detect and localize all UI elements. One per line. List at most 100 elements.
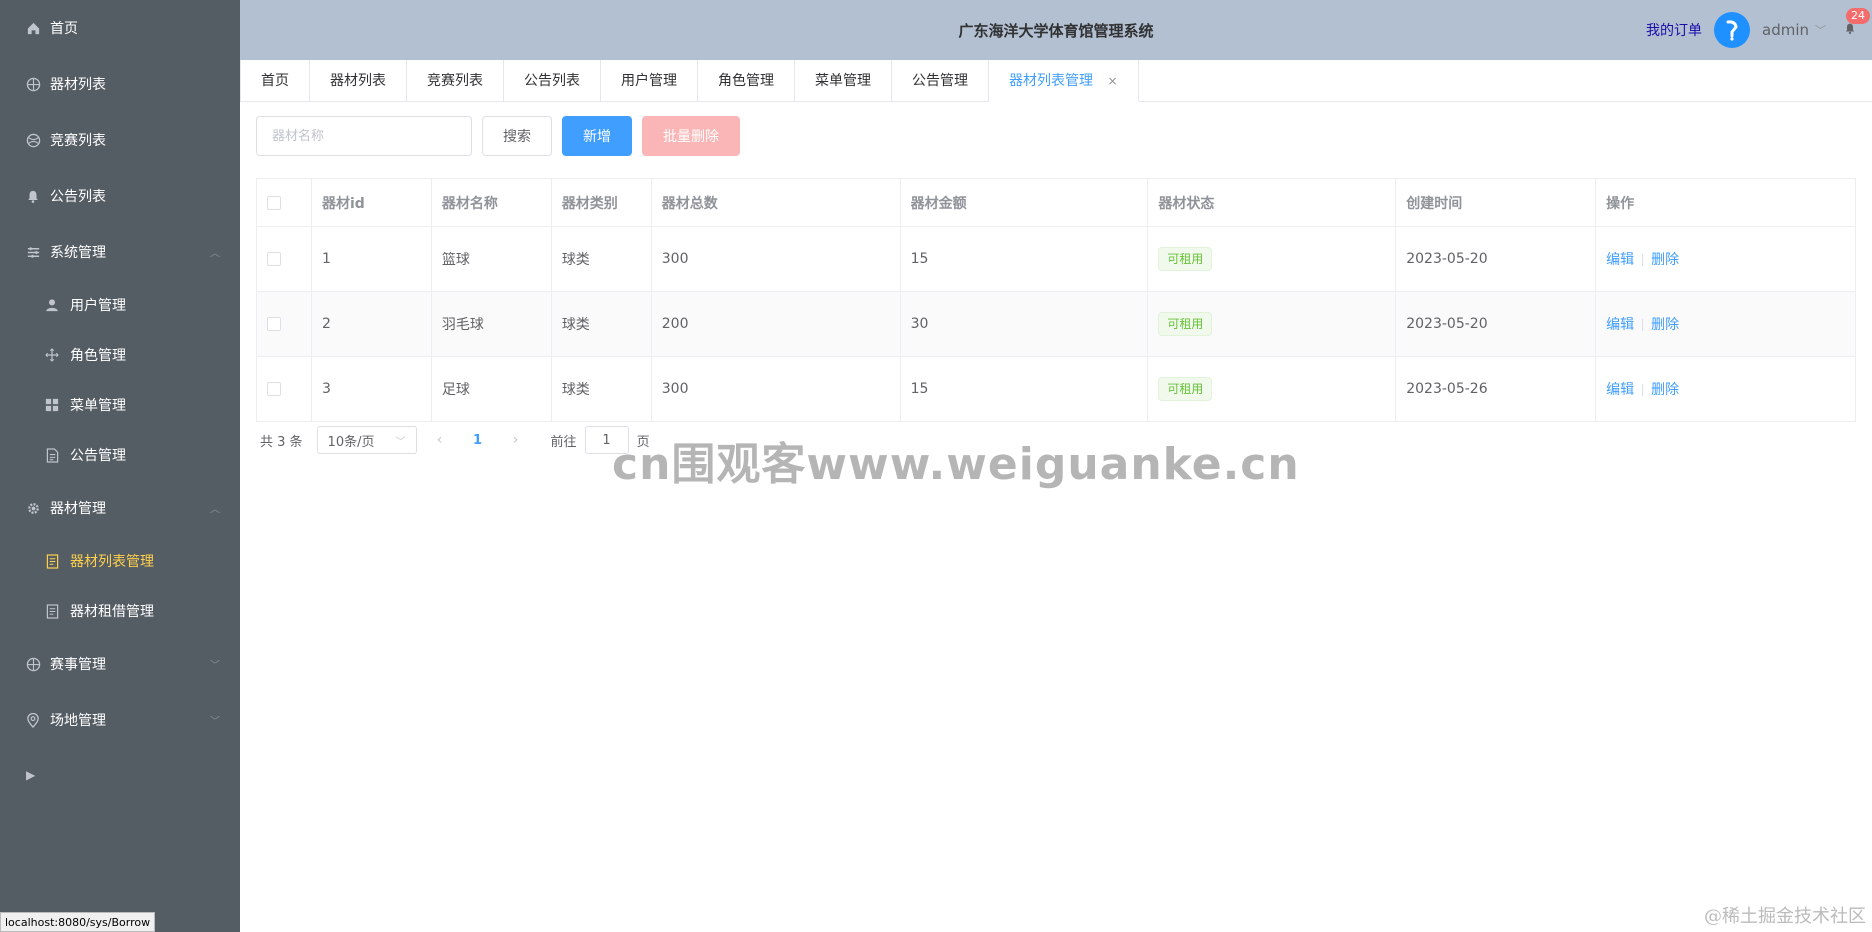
corner-watermark: @稀土掘金技术社区	[1704, 906, 1866, 927]
sidebar: 首页 器材列表 竞赛列表 公告列表 系统管理 ︿ 用户管理 角色管理 菜单管理 …	[0, 0, 240, 932]
cell-status: 可租用	[1147, 356, 1397, 422]
sidebar-item-menu-management[interactable]: 菜单管理	[0, 380, 240, 430]
row-checkbox[interactable]	[267, 382, 281, 396]
chevron-down-icon: ﹀	[1815, 24, 1826, 37]
document-icon	[44, 447, 60, 463]
sidebar-item-equipment-list[interactable]: 器材列表	[0, 56, 240, 112]
page-size-value: 10条/页	[327, 434, 375, 450]
my-orders-link[interactable]: 我的订单	[1646, 20, 1702, 40]
tab-home[interactable]: 首页	[240, 60, 310, 102]
caret-right-icon[interactable]: ▶	[26, 768, 35, 782]
tab-label: 角色管理	[718, 73, 774, 89]
delete-link[interactable]: 删除	[1651, 382, 1679, 398]
tab-label: 器材列表	[330, 73, 386, 89]
tab-user-management[interactable]: 用户管理	[601, 60, 698, 102]
cell-id: 2	[311, 291, 432, 357]
tab-label: 公告列表	[524, 73, 580, 89]
tab-menu-management[interactable]: 菜单管理	[795, 60, 892, 102]
table-row: 1 篮球 球类 300 15 可租用 2023-05-20 编辑 删除	[256, 226, 1856, 292]
sidebar-item-equipment-borrow-management[interactable]: 器材租借管理	[0, 586, 240, 636]
sidebar-item-label: 器材租借管理	[70, 604, 154, 620]
sidebar-group-label: 器材管理	[50, 501, 106, 517]
cell-category: 球类	[551, 226, 652, 292]
cell-id: 3	[311, 356, 432, 422]
status-url: localhost:8080/sys/Borrow	[0, 912, 156, 932]
tab-role-management[interactable]: 角色管理	[698, 60, 795, 102]
row-checkbox[interactable]	[267, 252, 281, 266]
sidebar-item-label: 竞赛列表	[50, 133, 106, 149]
add-button[interactable]: 新增	[562, 116, 632, 156]
sidebar-item-role-management[interactable]: 角色管理	[0, 330, 240, 380]
total-count: 共 3 条	[260, 434, 303, 450]
cell-category: 球类	[551, 291, 652, 357]
tab-bar: 首页 器材列表 竞赛列表 公告列表 用户管理 角色管理 菜单管理 公告管理 器材…	[240, 60, 1872, 102]
chevron-down-icon: ﹀	[210, 716, 220, 728]
page-number[interactable]: 1	[463, 433, 493, 448]
cell-name: 羽毛球	[431, 291, 552, 357]
tab-competition-list[interactable]: 竞赛列表	[407, 60, 504, 102]
column-header: 操作	[1595, 178, 1856, 227]
chevron-down-icon: ﹀	[395, 436, 406, 448]
goto-prefix: 前往	[550, 434, 577, 450]
sidebar-item-announcement-management[interactable]: 公告管理	[0, 430, 240, 480]
sidebar-item-home[interactable]: 首页	[0, 0, 240, 56]
chevron-up-icon: ︿	[210, 504, 220, 516]
tab-announcement-list[interactable]: 公告列表	[504, 60, 601, 102]
user-icon	[44, 297, 60, 313]
user-dropdown[interactable]: admin ﹀	[1762, 21, 1826, 39]
column-header: 器材金额	[900, 178, 1149, 227]
close-icon[interactable]: ×	[1107, 74, 1117, 88]
sidebar-group-equipment[interactable]: 器材管理 ︿	[0, 480, 240, 536]
sidebar-item-announcement-list[interactable]: 公告列表	[0, 168, 240, 224]
home-icon	[24, 19, 42, 37]
search-input[interactable]	[256, 116, 472, 156]
edit-link[interactable]: 编辑	[1606, 382, 1634, 398]
chevron-down-icon: ﹀	[210, 660, 220, 672]
tab-announcement-management[interactable]: 公告管理	[892, 60, 989, 102]
cell-name: 足球	[431, 356, 552, 422]
cell-status: 可租用	[1147, 226, 1397, 292]
page-size-select[interactable]: 10条/页 ﹀	[316, 426, 417, 454]
select-all-cell	[256, 178, 312, 227]
table-row: 3 足球 球类 300 15 可租用 2023-05-26 编辑 删除	[256, 356, 1856, 422]
cell-id: 1	[311, 226, 432, 292]
ball-icon	[24, 131, 42, 149]
location-icon	[24, 711, 42, 729]
delete-link[interactable]: 删除	[1651, 252, 1679, 268]
batch-delete-button[interactable]: 批量删除	[642, 116, 740, 156]
tab-equipment-list-management[interactable]: 器材列表管理 ×	[989, 60, 1139, 102]
sidebar-group-events[interactable]: 赛事管理 ﹀	[0, 636, 240, 692]
bell-icon	[1844, 23, 1856, 39]
status-badge: 可租用	[1158, 247, 1213, 271]
cell-amount: 15	[900, 356, 1149, 422]
sidebar-group-label: 场地管理	[50, 713, 106, 729]
sidebar-item-user-management[interactable]: 用户管理	[0, 280, 240, 330]
avatar[interactable]	[1714, 12, 1750, 48]
notification-bell[interactable]: 24	[1838, 7, 1870, 39]
tab-label: 公告管理	[912, 73, 968, 89]
sidebar-group-system[interactable]: 系统管理 ︿	[0, 224, 240, 280]
cell-category: 球类	[551, 356, 652, 422]
tab-equipment-list[interactable]: 器材列表	[310, 60, 407, 102]
header-right: 我的订单 admin ﹀ 24	[1646, 0, 1870, 60]
next-page-icon[interactable]: ›	[501, 432, 531, 448]
row-select-cell	[256, 226, 312, 292]
sidebar-item-competition-list[interactable]: 竞赛列表	[0, 112, 240, 168]
sidebar-item-label: 用户管理	[70, 298, 126, 314]
delete-link[interactable]: 删除	[1651, 317, 1679, 333]
tickets-icon	[44, 603, 60, 619]
edit-link[interactable]: 编辑	[1606, 252, 1634, 268]
search-button[interactable]: 搜索	[482, 116, 552, 156]
sidebar-item-label: 角色管理	[70, 348, 126, 364]
prev-page-icon[interactable]: ‹	[425, 432, 455, 448]
sidebar-item-label: 首页	[50, 21, 78, 37]
edit-link[interactable]: 编辑	[1606, 317, 1634, 333]
pagination: 共 3 条 10条/页 ﹀ ‹ 1 › 前往 页	[260, 426, 650, 454]
sliders-icon	[24, 243, 42, 261]
tab-label: 用户管理	[621, 73, 677, 89]
select-all-checkbox[interactable]	[267, 195, 281, 210]
watermark: cn围观客www.weiguanke.cn	[612, 439, 1300, 490]
sidebar-item-equipment-list-management[interactable]: 器材列表管理	[0, 536, 240, 586]
row-checkbox[interactable]	[267, 317, 281, 331]
sidebar-group-venues[interactable]: 场地管理 ﹀	[0, 692, 240, 748]
